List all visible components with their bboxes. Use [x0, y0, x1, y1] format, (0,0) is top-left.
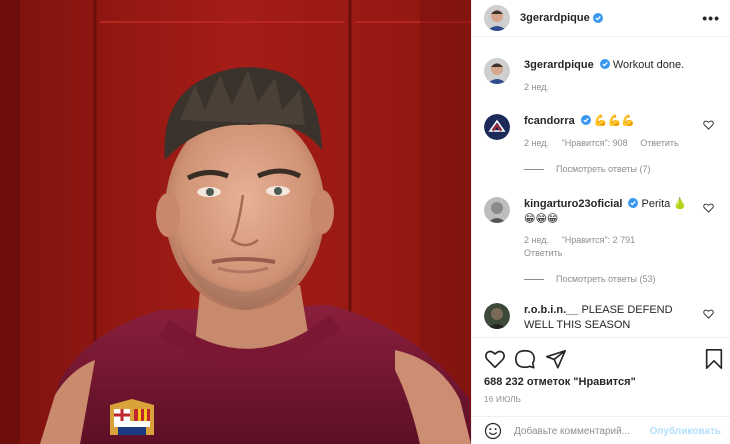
verified-badge-icon	[628, 198, 639, 208]
view-replies-button[interactable]: Посмотреть ответы (53)	[524, 274, 704, 284]
comment-username[interactable]: kingarturo23oficial	[524, 198, 622, 210]
comment-likes[interactable]: "Нравится": 2 791	[562, 235, 636, 245]
post-photo-image	[0, 0, 471, 444]
author-avatar[interactable]	[484, 5, 510, 31]
comment-text-line-2: 😁😁😁	[524, 213, 559, 225]
post-side-panel: 3gerardpique ••• 3gerardpique Workout do…	[471, 0, 730, 444]
verified-badge-icon	[592, 13, 603, 23]
heart-icon[interactable]	[703, 120, 714, 130]
comment-username[interactable]: r.o.b.i.n.__	[524, 304, 578, 316]
bookmark-icon[interactable]	[703, 348, 725, 370]
commenter-avatar[interactable]	[484, 114, 510, 140]
reply-button[interactable]: Ответить	[640, 138, 678, 148]
comment-bubble-icon[interactable]	[514, 348, 536, 370]
likes-count[interactable]: 688 232 отметок "Нравится"	[484, 376, 636, 388]
reply-button[interactable]: Ответить	[524, 248, 562, 258]
comment-text: 💪💪💪	[593, 115, 635, 127]
post-photo[interactable]	[0, 0, 471, 444]
share-paper-plane-icon[interactable]	[545, 348, 567, 370]
author-avatar[interactable]	[484, 58, 510, 84]
commenter-avatar[interactable]	[484, 303, 510, 329]
commenter-avatar[interactable]	[484, 197, 510, 223]
verified-badge-icon	[580, 115, 591, 125]
publish-button[interactable]: Опубликовать	[650, 426, 721, 437]
comment-input[interactable]: Добавьте комментарий...	[514, 426, 646, 437]
comment-age[interactable]: 2 нед.	[524, 235, 549, 245]
add-comment-bar: Добавьте комментарий... Опубликовать	[472, 416, 730, 444]
comment-likes[interactable]: "Нравится": 908	[562, 138, 628, 148]
comment-username[interactable]: fcandorra	[524, 115, 575, 127]
more-horizontal-icon[interactable]: •••	[702, 11, 720, 25]
heart-icon[interactable]	[703, 309, 714, 319]
like-heart-icon[interactable]	[484, 348, 506, 370]
replies-divider	[524, 168, 544, 170]
post-header: 3gerardpique •••	[472, 0, 730, 37]
caption-username[interactable]: 3gerardpique	[524, 59, 594, 71]
caption-age[interactable]: 2 нед.	[524, 82, 549, 92]
view-replies-label: Посмотреть ответы (7)	[556, 164, 651, 174]
replies-divider	[524, 278, 544, 280]
comment-age[interactable]: 2 нед.	[524, 138, 549, 148]
view-replies-label: Посмотреть ответы (53)	[556, 274, 656, 284]
post-actions: 688 232 отметок "Нравится" 16 ИЮЛЬ Добав…	[472, 337, 730, 444]
verified-badge-icon	[599, 59, 610, 69]
caption-text: Workout done.	[612, 59, 685, 71]
post-date[interactable]: 16 ИЮЛЬ	[484, 395, 521, 404]
comment-text: Perita 🍐	[641, 198, 688, 210]
instagram-post-view: 3gerardpique ••• 3gerardpique Workout do…	[0, 0, 730, 444]
heart-icon[interactable]	[703, 203, 714, 213]
comments-list: 3gerardpique Workout done. 2 нед. fcando…	[472, 38, 730, 337]
action-icons	[484, 348, 723, 370]
author-username[interactable]: 3gerardpique	[520, 12, 590, 24]
view-replies-button[interactable]: Посмотреть ответы (7)	[524, 164, 704, 174]
emoji-smile-icon[interactable]	[484, 422, 502, 440]
